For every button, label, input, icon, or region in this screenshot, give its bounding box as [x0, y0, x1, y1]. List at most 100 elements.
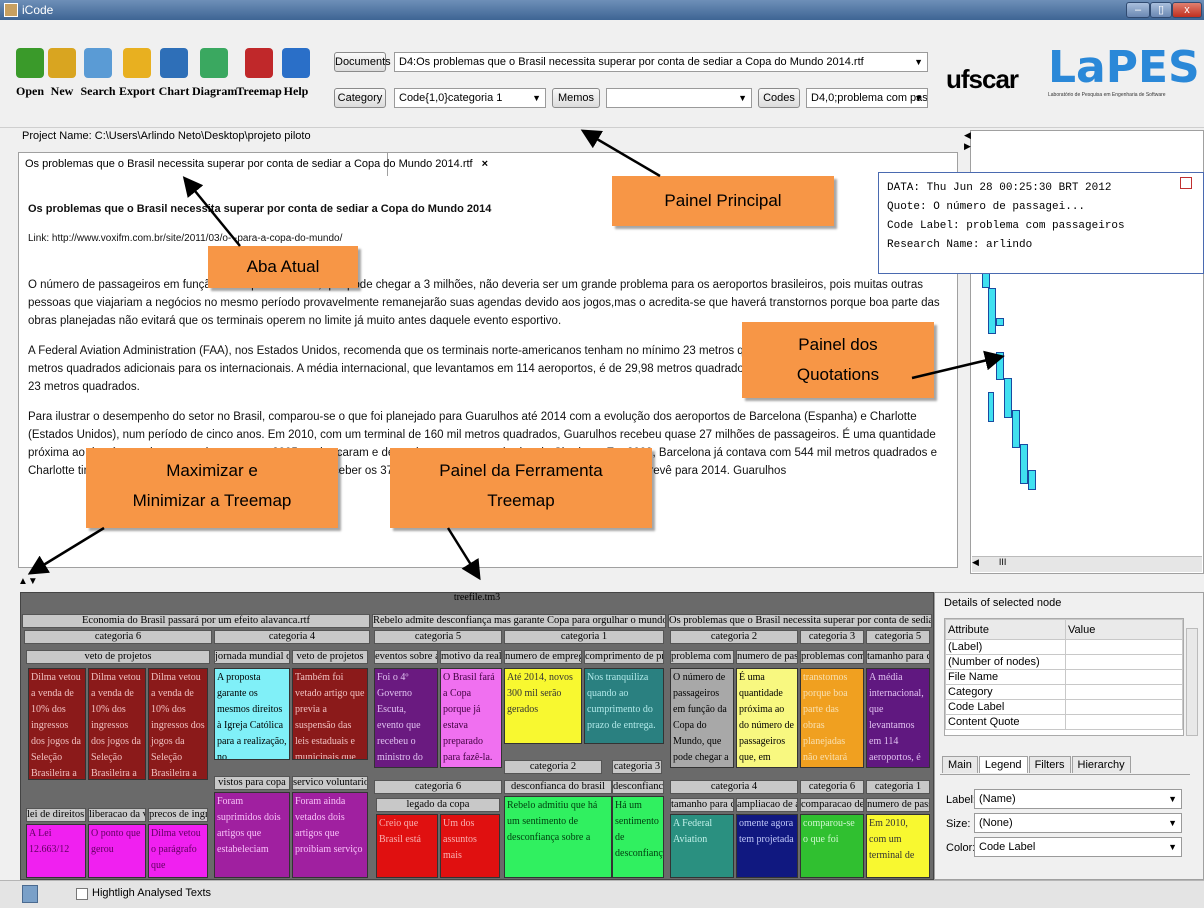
details-scrollbar[interactable]	[1186, 628, 1198, 736]
treemap-cell[interactable]: Há um sentimento de desconfianç	[612, 796, 664, 878]
category-button[interactable]: Category	[334, 88, 386, 108]
quotation-bar[interactable]	[988, 392, 994, 422]
treemap-cell[interactable]: Dilma vetou o parágrafo que	[148, 824, 208, 878]
attribute-cell: Category	[945, 684, 1066, 700]
memos-select[interactable]: ▼	[606, 88, 752, 108]
treemap-icon	[245, 48, 273, 78]
panel-toggle-icon[interactable]: ◀ ▶	[964, 130, 971, 152]
treemap-cell[interactable]: Nos tranquiliza quando ao cumprimento do…	[584, 668, 664, 744]
treemap-cell[interactable]: transtornos porque boa parte das obras p…	[800, 668, 864, 768]
attribute-cell: File Name	[945, 669, 1066, 685]
tab-legend[interactable]: Legend	[978, 756, 1028, 773]
treemap-cell[interactable]: Rebelo admitiu que há um sentimento de d…	[504, 796, 612, 878]
treemap-group-header: precos de ingres	[148, 808, 208, 822]
help-icon	[282, 48, 310, 78]
treemap-cell[interactable]: Até 2014, novos 300 mil serão gerados	[504, 668, 582, 744]
toolbar-search-button[interactable]: Search	[78, 30, 118, 110]
treemap-cell[interactable]: Creio que Brasil está	[376, 814, 438, 878]
treemap-cell[interactable]: Dilma vetou a venda de 10% dos ingressos…	[148, 668, 208, 780]
category-select[interactable]: Code{1,0}categoria 1 ▼	[394, 88, 546, 108]
treemap-cell[interactable]: A Lei 12.663/12	[26, 824, 86, 878]
tab-label: Os problemas que o Brasil necessita supe…	[25, 158, 473, 170]
treemap-cell[interactable]: Também foi vetado artigo que previa a su…	[292, 668, 368, 760]
toolbar-export-button[interactable]: Export	[118, 30, 156, 110]
treemap-group-header: categoria 1	[504, 630, 664, 644]
chevron-down-icon: ▼	[1168, 842, 1177, 852]
details-row[interactable]: Code Label	[945, 699, 1183, 715]
details-row[interactable]: Content Quote	[945, 714, 1183, 730]
treemap-group-header: categoria 5	[374, 630, 502, 644]
memos-button[interactable]: Memos	[552, 88, 600, 108]
maximize-minimize-treemap-icon[interactable]: ▲▼	[18, 576, 38, 587]
treemap-cell[interactable]: Dilma vetou a venda de 10% dos ingressos…	[88, 668, 146, 780]
treemap-cell[interactable]: O Brasil fará a Copa porque já estava pr…	[440, 668, 502, 768]
quotation-bar[interactable]	[988, 288, 996, 334]
codes-button[interactable]: Codes	[758, 88, 800, 108]
toolbar-label: New	[50, 84, 74, 98]
quotation-bar[interactable]	[996, 318, 1004, 326]
treemap-cell[interactable]: Foi o 4º Governo Escuta, evento que rece…	[374, 668, 438, 768]
callout-text: Quotations	[796, 365, 880, 384]
treemap-cell[interactable]: Foram suprimidos dois artigos que estabe…	[214, 792, 290, 878]
toolbar-new-button[interactable]: New	[48, 30, 76, 110]
quotation-bar[interactable]	[996, 352, 1004, 380]
attribute-header: Attribute	[945, 619, 1066, 640]
callout-painel-quotations: Painel dos Quotations	[742, 322, 934, 398]
treemap-cell[interactable]: Foram ainda vetados dois artigos que pro…	[292, 792, 368, 878]
close-button[interactable]: x	[1172, 2, 1202, 18]
treemap-group-header: desconfianca	[612, 780, 664, 794]
label-select[interactable]: (Name) ▼	[974, 789, 1182, 809]
minimize-button[interactable]: –	[1126, 2, 1150, 18]
tab-main[interactable]: Main	[942, 756, 978, 773]
treemap-cell[interactable]: O número de passageiros em função da Cop…	[670, 668, 734, 768]
documents-select[interactable]: D4:Os problemas que o Brasil necessita s…	[394, 52, 928, 72]
tab-hierarchy[interactable]: Hierarchy	[1071, 756, 1131, 773]
color-select[interactable]: Code Label ▼	[974, 837, 1182, 857]
quotation-bar[interactable]	[1020, 444, 1028, 484]
treemap-cell[interactable]: O ponto que gerou	[88, 824, 146, 878]
tab-current-document[interactable]: Os problemas que o Brasil necessita supe…	[18, 152, 488, 176]
details-row[interactable]: File Name	[945, 669, 1183, 685]
ufscar-logo: ufscar	[946, 64, 1019, 94]
toolbar-open-button[interactable]: Open	[14, 30, 46, 110]
treemap-cell[interactable]: A média internacional, que levantamos em…	[866, 668, 930, 768]
treemap-group-header: Economia do Brasil passará por um efeito…	[22, 614, 370, 628]
diagram-icon	[200, 48, 228, 78]
tab-close-icon[interactable]: ×	[482, 158, 488, 170]
document-icon[interactable]	[22, 885, 38, 903]
callout-text: Minimizar a Treemap	[132, 491, 292, 510]
documents-button[interactable]: Documents	[334, 52, 391, 72]
value-cell	[1065, 639, 1183, 655]
treemap-cell[interactable]: Um dos assuntos mais	[440, 814, 500, 878]
details-row[interactable]: (Label)	[945, 639, 1183, 655]
treemap-group-header: categoria 2	[504, 760, 602, 774]
label-field-label: Label:	[946, 794, 976, 806]
value-cell	[1065, 699, 1183, 715]
toolbar-treemap-button[interactable]: Treemap	[236, 30, 282, 110]
highlight-checkbox[interactable]	[76, 888, 88, 900]
toolbar-chart-button[interactable]: Chart	[156, 30, 192, 110]
search-icon	[84, 48, 112, 78]
toolbar-help-button[interactable]: Help	[282, 30, 310, 110]
treemap-cell[interactable]: É uma quantidade próxima ao do número de…	[736, 668, 798, 768]
horizontal-scrollbar[interactable]: ◀ III	[972, 556, 1202, 572]
treemap-cell[interactable]: A proposta garante os mesmos direitos à …	[214, 668, 290, 760]
tooltip-close-icon[interactable]	[1180, 177, 1192, 189]
toolbar-diagram-button[interactable]: Diagram	[192, 30, 237, 110]
size-select[interactable]: (None) ▼	[974, 813, 1182, 833]
maximize-button[interactable]: ▯	[1150, 2, 1172, 18]
doc-link[interactable]: Link: http://www.voxifm.com.br/site/2011…	[28, 230, 948, 248]
details-row[interactable]: (Number of nodes)	[945, 654, 1183, 670]
treemap-cell[interactable]: omente agora tem projetada	[736, 814, 798, 878]
codes-select[interactable]: D4,0;problema com passa...▼	[806, 88, 928, 108]
quotation-bar[interactable]	[1028, 470, 1036, 490]
treemap-group-header: jornada mundial da j	[214, 650, 290, 664]
treemap-cell[interactable]: Dilma vetou a venda de 10% dos ingressos…	[28, 668, 86, 780]
treemap-cell[interactable]: comparou-se o que foi	[800, 814, 864, 878]
details-row[interactable]: Category	[945, 684, 1183, 700]
quotation-bar[interactable]	[1012, 410, 1020, 448]
quotation-bar[interactable]	[1004, 378, 1012, 418]
tab-filters[interactable]: Filters	[1028, 756, 1071, 773]
treemap-cell[interactable]: Em 2010, com um terminal de	[866, 814, 930, 878]
treemap-cell[interactable]: A Federal Aviation	[670, 814, 734, 878]
